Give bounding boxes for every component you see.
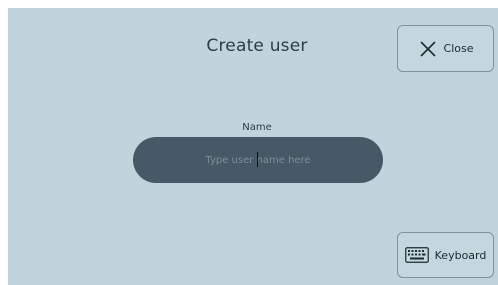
close-button-label: Close [443,42,474,55]
keyboard-icon [404,247,429,263]
create-user-screen: Create user Close Name Type user name he… [8,8,498,285]
name-field-label: Name [242,122,272,133]
name-input[interactable] [133,137,383,183]
keyboard-button-label: Keyboard [434,248,487,262]
close-icon [418,39,438,59]
text-cursor [257,152,258,167]
keyboard-button[interactable]: Keyboard [397,232,494,278]
close-button[interactable]: Close [397,25,494,72]
